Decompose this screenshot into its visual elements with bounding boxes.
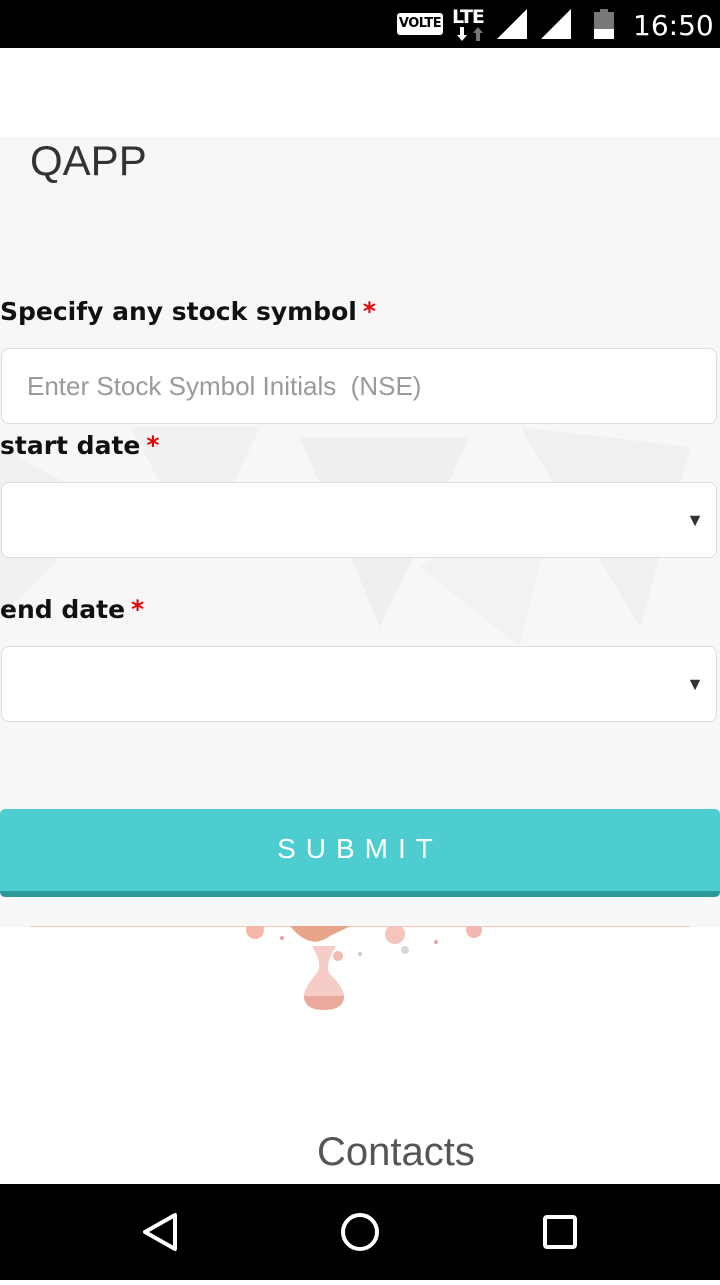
signal-icon [541,9,571,44]
clock: 16:50 [633,9,714,42]
home-icon [341,1213,379,1251]
chevron-down-icon: ▼ [686,674,704,694]
chevron-down-icon: ▼ [686,510,704,530]
symbol-label: Specify any stock symbol * [0,297,376,326]
decorative-illustration [246,926,482,1010]
start-date-select[interactable]: ▼ [1,482,717,558]
recents-icon [543,1215,577,1249]
start-date-label-text: start date [0,431,141,460]
start-date-label: start date * [0,431,159,460]
data-arrows-icon [456,27,484,44]
required-marker: * [362,297,376,326]
back-icon [143,1213,177,1251]
network-type: LTE [452,6,485,28]
form-panel: QAPP Specify any stock symbol* start dat… [0,137,720,927]
symbol-field[interactable] [1,348,717,424]
end-date-select[interactable]: ▼ [1,646,717,722]
stock-symbol-input[interactable] [2,349,716,423]
back-button[interactable] [112,1184,208,1280]
contacts-heading: Contacts [317,1130,475,1174]
home-button[interactable] [312,1184,408,1280]
recents-button[interactable] [512,1184,608,1280]
end-date-label-text: end date [0,595,126,624]
required-marker: * [146,431,160,460]
end-date-label: end date * [0,595,144,624]
status-bar: VOLTE LTE 16:50 [0,0,720,48]
signal-icon [497,9,527,44]
navigation-bar [0,1184,720,1280]
volte-badge: VOLTE [397,13,443,35]
symbol-label-text: Specify any stock symbol [0,297,357,326]
app-title: QAPP [30,137,147,184]
required-marker: * [131,595,145,624]
submit-button[interactable]: SUBMIT [0,809,720,897]
battery-icon [594,9,614,44]
